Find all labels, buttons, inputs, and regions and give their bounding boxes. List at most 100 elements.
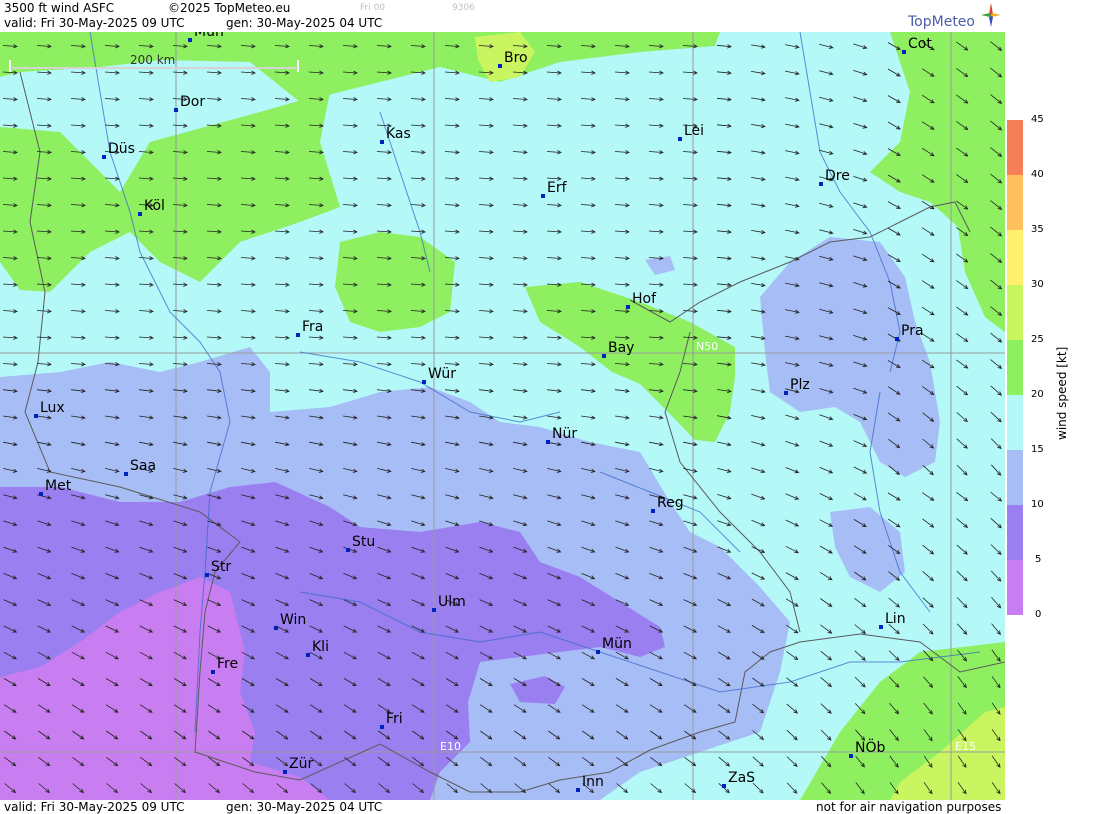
colorbar-30-35 bbox=[1007, 230, 1023, 285]
colorbar-40-45 bbox=[1007, 120, 1023, 175]
city-marker-icon bbox=[296, 333, 300, 337]
city-marker-icon bbox=[819, 182, 823, 186]
colorbar-20-25 bbox=[1007, 340, 1023, 395]
city-label: Wür bbox=[428, 366, 456, 382]
generated-time: gen: 30-May-2025 04 UTC bbox=[226, 16, 383, 30]
wind-map[interactable]: N50 E10 E15 200 km Mün Bro Cot Dor Kas L… bbox=[0, 32, 1005, 800]
city-label: Mün bbox=[194, 32, 224, 40]
city-label: Düs bbox=[108, 141, 135, 157]
city-marker-icon bbox=[211, 670, 215, 674]
city-label: Hof bbox=[632, 291, 657, 307]
city-label: Dor bbox=[180, 94, 205, 110]
city-label: Lux bbox=[40, 400, 65, 416]
city-marker-icon bbox=[596, 650, 600, 654]
colorbar-tick-40: 40 bbox=[1031, 169, 1044, 180]
colorbar-tick-25: 25 bbox=[1031, 334, 1044, 345]
footer-bar: valid: Fri 30-May-2025 09 UTC gen: 30-Ma… bbox=[0, 800, 1005, 814]
valid-time: valid: Fri 30-May-2025 09 UTC bbox=[4, 16, 185, 30]
colorbar-title: wind speed [kt] bbox=[1055, 346, 1069, 440]
city-label: Met bbox=[45, 478, 72, 494]
city-label: Fre bbox=[217, 656, 238, 672]
city-label: Inn bbox=[582, 774, 604, 790]
city-label: Kas bbox=[386, 126, 411, 142]
grid-label-n50: N50 bbox=[696, 340, 718, 353]
city-label: Köl bbox=[144, 198, 165, 214]
colorbar-tick-0: 0 bbox=[1035, 609, 1042, 620]
copyright-text: ©2025 TopMeteo.eu bbox=[168, 1, 291, 15]
city-marker-icon bbox=[283, 770, 287, 774]
footer-valid-time: valid: Fri 30-May-2025 09 UTC bbox=[4, 800, 185, 814]
city-label: Kli bbox=[312, 639, 329, 655]
city-label: Reg bbox=[657, 495, 684, 511]
city-marker-icon bbox=[626, 305, 630, 309]
city-label: Plz bbox=[790, 377, 810, 393]
colorbar-10-15 bbox=[1007, 450, 1023, 505]
city-marker-icon bbox=[34, 414, 38, 418]
city-marker-icon bbox=[651, 509, 655, 513]
city-ulm[interactable]: Ulm bbox=[432, 594, 466, 612]
city-label: Zür bbox=[289, 756, 313, 772]
footer-generated-time: gen: 30-May-2025 04 UTC bbox=[226, 800, 383, 814]
header-bar: 3500 ft wind ASFC ©2025 TopMeteo.eu Fri … bbox=[0, 0, 1005, 32]
city-label: Str bbox=[211, 559, 231, 575]
city-mun[interactable]: Mün bbox=[596, 636, 632, 654]
footer-disclaimer: not for air navigation purposes bbox=[816, 800, 1002, 814]
grid-label-e10: E10 bbox=[440, 740, 461, 753]
city-marker-icon bbox=[902, 50, 906, 54]
colorbar-tick-45: 45 bbox=[1031, 114, 1044, 125]
city-label: Bro bbox=[504, 50, 528, 66]
city-label: Lei bbox=[684, 123, 704, 139]
city-label: Nür bbox=[552, 426, 577, 442]
city-marker-icon bbox=[138, 212, 142, 216]
city-nob[interactable]: NÖb bbox=[849, 738, 885, 758]
city-marker-icon bbox=[849, 754, 853, 758]
city-marker-icon bbox=[102, 155, 106, 159]
colorbar-tick-20: 20 bbox=[1031, 389, 1044, 400]
city-marker-icon bbox=[124, 472, 128, 476]
city-label: Erf bbox=[547, 180, 568, 196]
city-marker-icon bbox=[174, 108, 178, 112]
city-marker-icon bbox=[879, 625, 883, 629]
colorbar-0-5 bbox=[1007, 560, 1023, 615]
city-label: Lin bbox=[885, 611, 906, 627]
city-marker-icon bbox=[602, 354, 606, 358]
city-marker-icon bbox=[576, 788, 580, 792]
scale-bar-label: 200 km bbox=[130, 53, 175, 67]
city-marker-icon bbox=[722, 784, 726, 788]
colorbar bbox=[1007, 120, 1023, 615]
faint-label-1: Fri 00 bbox=[360, 3, 386, 13]
city-marker-icon bbox=[678, 137, 682, 141]
colorbar-tick-10: 10 bbox=[1031, 499, 1044, 510]
city-marker-icon bbox=[346, 548, 350, 552]
faint-label-2: 9306 bbox=[452, 3, 475, 13]
city-label: Fri bbox=[386, 711, 403, 727]
city-label: ZaS bbox=[728, 770, 755, 786]
colorbar-35-40 bbox=[1007, 175, 1023, 230]
colorbar-tick-15: 15 bbox=[1031, 444, 1044, 455]
city-label: Ulm bbox=[438, 594, 466, 610]
city-marker-icon bbox=[422, 380, 426, 384]
city-marker-icon bbox=[306, 653, 310, 657]
city-label: Cot bbox=[908, 36, 932, 52]
city-marker-icon bbox=[546, 440, 550, 444]
city-label: Dre bbox=[825, 168, 850, 184]
colorbar-tick-30: 30 bbox=[1031, 279, 1044, 290]
city-wur[interactable]: Wür bbox=[422, 366, 456, 384]
city-marker-icon bbox=[380, 725, 384, 729]
topmeteo-logo: TopMeteo bbox=[908, 14, 975, 30]
city-label: Bay bbox=[608, 340, 634, 356]
city-label: Saa bbox=[130, 458, 156, 474]
city-marker-icon bbox=[541, 194, 545, 198]
colorbar-tick-35: 35 bbox=[1031, 224, 1044, 235]
city-marker-icon bbox=[784, 391, 788, 395]
city-marker-icon bbox=[188, 38, 192, 42]
city-marker-icon bbox=[274, 626, 278, 630]
city-label: Stu bbox=[352, 534, 375, 550]
city-label: Mün bbox=[602, 636, 632, 652]
colorbar-5-10 bbox=[1007, 505, 1023, 560]
map-title: 3500 ft wind ASFC bbox=[4, 1, 115, 15]
city-marker-icon bbox=[498, 64, 502, 68]
city-label: NÖb bbox=[855, 738, 885, 756]
city-marker-icon bbox=[205, 573, 209, 577]
grid-label-e15: E15 bbox=[955, 740, 976, 753]
